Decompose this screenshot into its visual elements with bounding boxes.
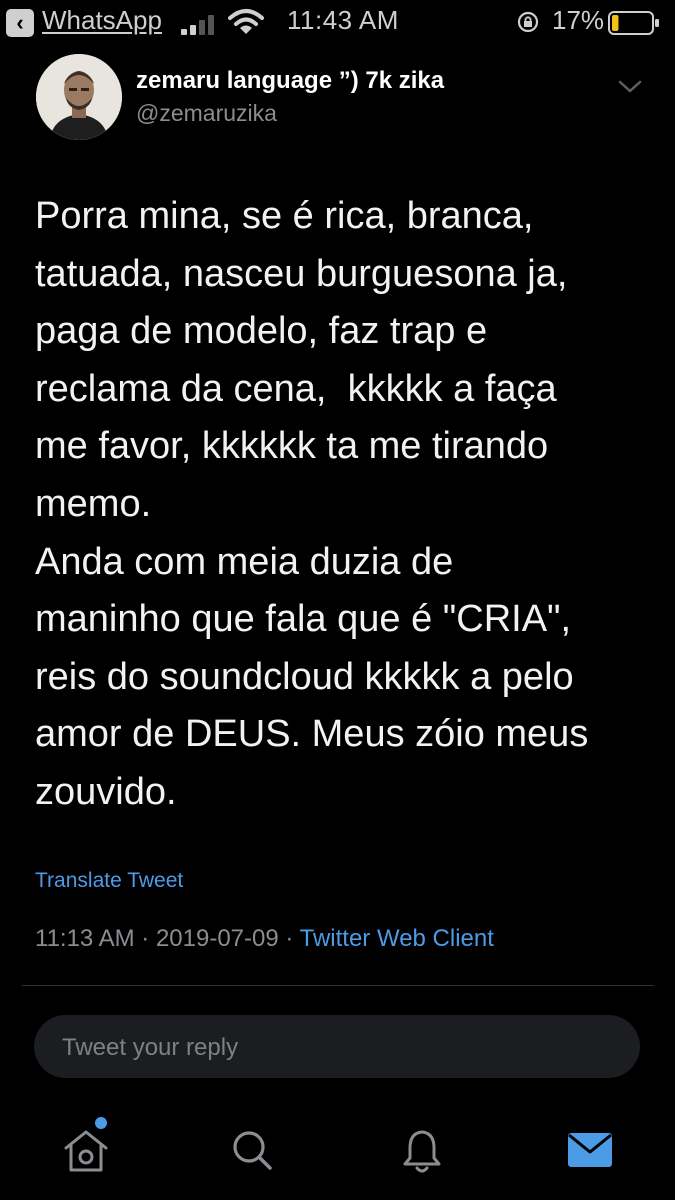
- status-bar: ‹ WhatsApp 11:43 AM 17%: [0, 0, 675, 46]
- user-handle[interactable]: @zemaruzika: [136, 100, 277, 127]
- bell-icon: [403, 1130, 441, 1173]
- unread-indicator-dot: [95, 1117, 107, 1129]
- reply-box[interactable]: [34, 1015, 640, 1078]
- chevron-down-icon[interactable]: [616, 76, 644, 96]
- rotation-lock-icon: [517, 11, 539, 33]
- tweet-text-line: reclama da cena, kkkkk a faça: [35, 367, 557, 410]
- back-arrow-icon[interactable]: ‹: [6, 9, 34, 37]
- status-time: 11:43 AM: [287, 5, 399, 35]
- display-name[interactable]: zemaru language ”) 7k zika: [136, 67, 444, 95]
- tweet-text-line: Porra mina, se é rica, branca,: [35, 195, 534, 237]
- translate-tweet-link[interactable]: Translate Tweet: [35, 869, 183, 893]
- battery-icon: [608, 11, 659, 35]
- battery-percent: 17%: [552, 5, 605, 35]
- tweet-date[interactable]: 2019-07-09: [156, 925, 279, 952]
- tab-search[interactable]: [222, 1120, 282, 1180]
- tweet-text-line: tatuada, nasceu burguesona ja,: [35, 252, 568, 295]
- search-icon: [233, 1131, 272, 1170]
- tweet-text-line: maninho que fala que é "CRIA",: [35, 598, 572, 641]
- tweet-text-line: zouvido.: [35, 770, 177, 813]
- tweet-meta: 11:13 AM · 2019-07-09 · Twitter Web Clie…: [35, 925, 494, 953]
- avatar-photo: [36, 54, 122, 140]
- wifi-icon: [228, 9, 264, 34]
- tweet-text-line: reis do soundcloud kkkkk a pelo: [35, 655, 574, 698]
- reply-input[interactable]: [60, 1030, 604, 1066]
- tweet-client-link[interactable]: Twitter Web Client: [300, 925, 494, 952]
- home-icon: [64, 1130, 108, 1172]
- tweet-text-line: paga de modelo, faz trap e: [35, 310, 488, 353]
- tweet-text-line: amor de DEUS. Meus zóio meus: [35, 713, 589, 756]
- divider: [22, 985, 654, 986]
- tweet-text-line: me favor, kkkkkk ta me tirando: [35, 425, 549, 468]
- cellular-signal-icon: [181, 13, 221, 35]
- tweet-text: Porra mina, se é rica, branca, tatuada, …: [35, 188, 650, 822]
- tweet-text-line: memo.: [35, 482, 152, 525]
- tab-notifications[interactable]: [392, 1120, 452, 1180]
- tweet-time: 11:13 AM: [35, 925, 135, 952]
- tab-bar: [0, 1100, 675, 1200]
- back-to-app-link[interactable]: WhatsApp: [42, 5, 162, 36]
- tab-messages[interactable]: [560, 1120, 620, 1180]
- meta-separator: ·: [134, 925, 156, 952]
- meta-separator: ·: [278, 925, 300, 952]
- avatar[interactable]: [36, 54, 122, 140]
- tab-home[interactable]: [56, 1120, 116, 1180]
- tweet-text-line: Anda com meia duzia de: [35, 540, 454, 583]
- mail-icon: [568, 1133, 612, 1167]
